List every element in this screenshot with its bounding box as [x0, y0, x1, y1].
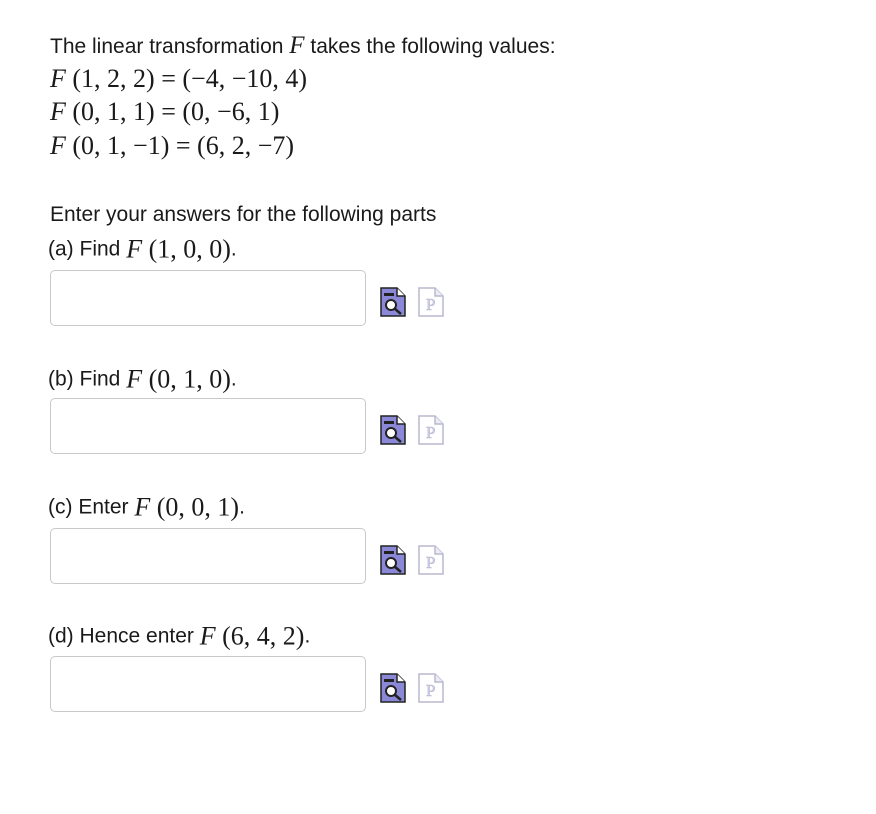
svg-text:P: P — [426, 553, 435, 572]
svg-text:P: P — [426, 681, 435, 700]
p-page-icon[interactable]: P — [418, 545, 444, 575]
part-a-prefix: (a) Find — [48, 237, 127, 261]
p-page-icon[interactable]: P — [418, 415, 444, 445]
part-a-suffix: . — [230, 237, 237, 261]
part-c-args: (0, 0, 1) — [150, 492, 240, 522]
intro-text-before: The linear transformation — [50, 35, 290, 58]
part-b-prefix: (b) Find — [48, 367, 127, 391]
part-d-suffix: . — [304, 624, 311, 648]
part-a-label: (a) Find F (1, 0, 0). — [48, 234, 237, 264]
part-d-func: F — [199, 621, 216, 651]
given-value-1: F (1, 2, 2) = (−4, −10, 4) — [50, 64, 307, 94]
preview-magnifier-icon[interactable] — [380, 415, 406, 445]
part-d-args: (6, 4, 2) — [215, 621, 305, 651]
part-c-prefix: (c) Enter — [48, 495, 135, 519]
given-func-2: F — [50, 97, 66, 126]
instructions-text: Enter your answers for the following par… — [50, 203, 437, 226]
svg-text:P: P — [426, 423, 435, 442]
part-b-func: F — [126, 364, 143, 394]
intro-function-symbol: F — [289, 32, 305, 59]
problem-intro: The linear transformation F takes the fo… — [50, 33, 556, 60]
given-func-3: F — [50, 131, 66, 160]
given-value-3: F (0, 1, −1) = (6, 2, −7) — [50, 131, 294, 161]
given-func-1: F — [50, 64, 66, 93]
given-args-1: (1, 2, 2) = (−4, −10, 4) — [65, 64, 308, 93]
part-d-prefix: (d) Hence enter — [48, 624, 200, 648]
part-a-answer-input[interactable] — [50, 270, 366, 326]
part-c-label: (c) Enter F (0, 0, 1). — [48, 492, 245, 522]
part-b-answer-input[interactable] — [50, 398, 366, 454]
part-a-func: F — [126, 234, 143, 264]
part-b-args: (0, 1, 0) — [142, 364, 231, 394]
preview-magnifier-icon[interactable] — [380, 287, 406, 317]
preview-magnifier-icon[interactable] — [380, 545, 406, 575]
part-c-suffix: . — [239, 495, 245, 519]
part-d-answer-input[interactable] — [50, 656, 366, 712]
intro-text-after: takes the following values: — [304, 35, 556, 58]
given-args-3: (0, 1, −1) = (6, 2, −7) — [65, 131, 295, 160]
part-d-label: (d) Hence enter F (6, 4, 2). — [48, 621, 310, 651]
part-b-label: (b) Find F (0, 1, 0). — [48, 364, 237, 394]
part-c-func: F — [134, 492, 151, 522]
p-page-icon[interactable]: P — [418, 673, 444, 703]
part-a-args: (1, 0, 0) — [142, 234, 231, 264]
given-args-2: (0, 1, 1) = (0, −6, 1) — [65, 97, 280, 126]
given-value-2: F (0, 1, 1) = (0, −6, 1) — [50, 97, 279, 127]
p-page-icon[interactable]: P — [418, 287, 444, 317]
svg-text:P: P — [426, 295, 435, 314]
part-b-suffix: . — [230, 367, 237, 391]
part-c-answer-input[interactable] — [50, 528, 366, 584]
preview-magnifier-icon[interactable] — [380, 673, 406, 703]
